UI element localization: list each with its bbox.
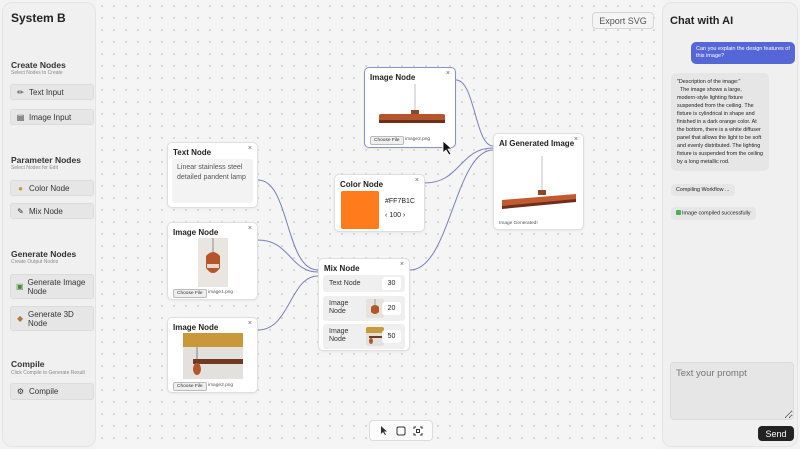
mix-node-button[interactable]: ✎ Mix Node: [10, 203, 94, 219]
palette-icon: ●: [18, 183, 23, 193]
fit-view-icon[interactable]: [412, 425, 424, 437]
generate-3d-node-button[interactable]: ◆ Generate 3D Node: [10, 306, 94, 331]
lamp-image: [183, 333, 243, 379]
cube-icon: ◆: [16, 314, 24, 323]
close-icon[interactable]: ×: [446, 70, 450, 77]
ai-generated-image-node[interactable]: AI Generated Image × Image Generated!: [493, 133, 584, 230]
generate-3d-node-label: Generate 3D Node: [28, 309, 74, 328]
image-node-bottom[interactable]: Image Node × Choose File image2.png: [167, 317, 258, 393]
app-title: System B: [11, 11, 66, 25]
export-svg-button[interactable]: Export SVG: [592, 12, 654, 29]
compile-label: Compile: [29, 387, 59, 396]
compile-button[interactable]: ⚙ Compile: [10, 383, 94, 400]
color-node-label: Color Node: [29, 183, 70, 193]
close-icon[interactable]: ×: [248, 320, 252, 327]
text-node[interactable]: Text Node × Linear stainless steel detai…: [167, 142, 258, 208]
mix-row-text: Text Node 30: [323, 275, 405, 292]
generate-image-node-label: Generate Image Node: [27, 277, 86, 296]
file-name: image1.png: [208, 290, 234, 295]
chevron-left-icon[interactable]: ‹: [385, 212, 387, 219]
frame-tool-icon[interactable]: [395, 425, 407, 437]
color-swatch[interactable]: [341, 191, 379, 229]
chat-title: Chat with AI: [670, 15, 734, 27]
choose-file-button[interactable]: Choose File: [173, 289, 207, 298]
canvas-toolbar: [369, 420, 433, 441]
mix-weight-input[interactable]: 30: [382, 277, 401, 290]
image-input-label: Image Input: [29, 112, 72, 122]
ai-message: "Description of the image:" The image sh…: [671, 73, 769, 171]
chevron-right-icon[interactable]: ›: [403, 212, 405, 219]
section-subtitle-generate: Create Output Nodes: [11, 259, 59, 265]
generated-lamp-image: [502, 156, 576, 209]
node-title: Image Node: [370, 73, 416, 82]
section-title-compile: Compile: [11, 359, 45, 369]
status-compiling: Compiling Workflow ...: [671, 184, 735, 196]
text-input-button[interactable]: ✏ Text Input: [10, 84, 94, 100]
mouse-cursor-icon: [442, 140, 454, 156]
stepper-value: 100: [389, 211, 402, 219]
node-title: Image Node: [173, 323, 219, 332]
mix-weight-input[interactable]: 50: [382, 330, 401, 343]
mix-weight-input[interactable]: 20: [382, 302, 401, 315]
pencil-icon: ✏: [17, 87, 24, 97]
prompt-input[interactable]: [670, 362, 794, 420]
section-title-parameter: Parameter Nodes: [11, 155, 81, 165]
mix-node[interactable]: Mix Node × Text Node 30 Image Node 20 Im…: [318, 258, 410, 351]
node-title: Mix Node: [324, 264, 360, 273]
lamp-image: [379, 84, 445, 123]
image-node-top[interactable]: Image Node × Choose File image2.png: [364, 67, 456, 148]
lamp-image: [198, 238, 228, 287]
node-title: Text Node: [173, 148, 212, 157]
node-title: Image Node: [173, 228, 219, 237]
brush-icon: ✎: [17, 206, 24, 216]
mix-row-image-2: Image Node 50: [323, 324, 405, 349]
node-title: AI Generated Image: [499, 139, 575, 148]
section-subtitle-parameter: Select Nodes for Edit: [11, 165, 58, 171]
node-title: Color Node: [340, 180, 384, 189]
image-icon: ▤: [16, 112, 25, 122]
generate-image-node-button[interactable]: ▣ Generate Image Node: [10, 274, 94, 299]
send-button[interactable]: Send: [758, 426, 794, 441]
mix-row-image-1: Image Node 20: [323, 296, 405, 321]
picture-icon: ▣: [16, 282, 24, 291]
text-input-label: Text Input: [29, 87, 64, 97]
close-icon[interactable]: ×: [574, 136, 578, 143]
section-subtitle-create: Select Nodes to Create: [11, 70, 63, 76]
file-name: image2.png: [405, 137, 431, 142]
mix-row-label: Image Node: [329, 328, 349, 343]
mix-row-label: Image Node: [329, 300, 349, 315]
close-icon[interactable]: ×: [415, 177, 419, 184]
left-sidebar: System B Create Nodes Select Nodes to Cr…: [2, 2, 96, 447]
mix-row-label: Text Node: [329, 280, 361, 287]
section-subtitle-compile: Click Compile to Generate Result: [11, 370, 85, 376]
user-message: Can you explain the design features of t…: [691, 42, 795, 64]
ai-image-caption: Image Generated!: [499, 221, 538, 226]
text-node-input[interactable]: Linear stainless steel detailed pandent …: [172, 159, 253, 203]
section-title-generate: Generate Nodes: [11, 249, 77, 259]
status-success: Image compiled successfully: [671, 207, 756, 220]
section-title-create: Create Nodes: [11, 60, 66, 70]
close-icon[interactable]: ×: [248, 145, 252, 152]
image-node-middle[interactable]: Image Node × Choose File image1.png: [167, 222, 258, 300]
choose-file-button[interactable]: Choose File: [173, 382, 207, 391]
gear-icon: ⚙: [16, 387, 25, 396]
close-icon[interactable]: ×: [248, 225, 252, 232]
close-icon[interactable]: ×: [400, 261, 404, 268]
color-node[interactable]: Color Node × #FF7B1C ‹ 100 ›: [334, 174, 425, 232]
status-success-text: Image compiled successfully: [682, 210, 751, 217]
mix-node-label: Mix Node: [29, 206, 63, 216]
check-icon: [676, 210, 681, 215]
pointer-tool-icon[interactable]: [378, 425, 390, 437]
image-input-button[interactable]: ▤ Image Input: [10, 109, 94, 125]
opacity-stepper[interactable]: ‹ 100 ›: [385, 210, 411, 220]
color-hex[interactable]: #FF7B1C: [385, 198, 415, 205]
color-node-button[interactable]: ● Color Node: [10, 180, 94, 196]
file-name: image2.png: [208, 383, 234, 388]
choose-file-button[interactable]: Choose File: [370, 136, 404, 145]
